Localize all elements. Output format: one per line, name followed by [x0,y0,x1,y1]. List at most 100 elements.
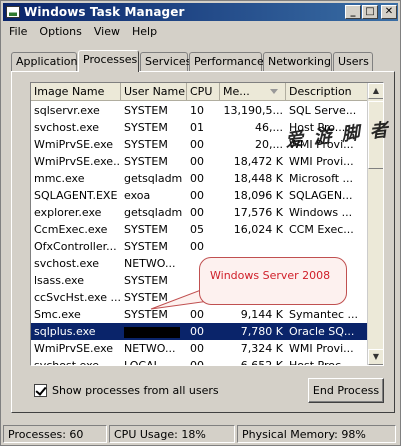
menu-options[interactable]: Options [33,23,87,41]
close-button[interactable]: ✕ [381,5,397,19]
cell-image-name: WmiPrvSE.exe [34,138,114,151]
show-all-users-option[interactable]: Show processes from all users [34,384,219,397]
task-manager-window: Windows Task Manager _ □ ✕ File Options … [0,0,401,446]
cell-cpu: 00 [190,155,204,168]
table-row[interactable]: svchost.exe LOCAL ... 00 6,652 K Host Proc..… [31,357,369,366]
cell-memory: 20,... [255,138,283,151]
cell-user-name: SYSTEM [124,138,168,151]
annotation-text: Windows Server 2008 [210,269,331,282]
tab-performance[interactable]: Performance [189,52,264,71]
column-cpu[interactable]: CPU [187,83,220,101]
cell-user-name: SYSTEM [124,155,168,168]
tab-networking[interactable]: Networking [263,52,332,71]
cell-memory: 7,780 K [240,325,283,338]
cell-user-name: SYSTEM [124,223,168,236]
cell-description: WMI Provi... [289,155,354,168]
cell-description: Host Proc... [289,359,352,366]
maximize-button[interactable]: □ [362,5,378,19]
scroll-down-icon[interactable]: ▼ [368,349,383,365]
cell-user-name: NETWO... [124,342,176,355]
task-manager-icon [6,6,20,18]
cell-memory: 16,024 K [233,223,283,236]
menu-bar: File Options View Help [3,23,163,41]
cell-image-name: WmiPrvSE.exe [34,342,114,355]
table-row[interactable]: SQLAGENT.EXE exoa 00 18,096 K SQLAGEN... [31,187,369,204]
cell-description: Symantec ... [289,308,359,321]
cell-memory: 18,448 K [233,172,283,185]
status-physical-memory: Physical Memory: 98% [237,425,396,443]
table-row[interactable]: WmiPrvSE.exe NETWO... 00 7,324 K WMI Provi..… [31,340,369,357]
cell-user-name: NETWO... [124,257,176,270]
redaction-block [124,326,180,338]
cell-description: SQL Serve... [289,104,357,117]
cell-user-name: getsqladm [124,206,183,219]
cell-image-name: WmiPrvSE.exe... [34,155,121,168]
cell-memory: 46,... [255,121,283,134]
cell-cpu: 00 [190,342,204,355]
cell-user-name: SYSTEM [124,104,168,117]
table-row[interactable]: sqlservr.exe SYSTEM 10 13,190,5... SQL Serve… [31,102,369,119]
sort-descending-icon [270,89,278,94]
minimize-button[interactable]: _ [345,5,361,19]
table-row[interactable]: WmiPrvSE.exe... SYSTEM 00 18,472 K WMI Provi… [31,153,369,170]
cell-cpu: 00 [190,325,204,338]
cell-user-name: LOCAL ... [124,359,174,366]
menu-help[interactable]: Help [126,23,163,41]
menu-file[interactable]: File [3,23,33,41]
cell-image-name: sqlplus.exe [34,325,96,338]
table-row[interactable]: mmc.exe getsqladm 00 18,448 K Microsoft ... [31,170,369,187]
table-row[interactable]: sqlplus.exe 00 7,780 K Oracle SQ... [31,323,369,340]
status-bar: Processes: 60 CPU Usage: 18% Physical Me… [3,425,398,445]
cell-image-name: Smc.exe [34,308,81,321]
cell-cpu: 00 [190,189,204,202]
show-all-users-label: Show processes from all users [52,384,219,397]
cell-image-name: svchost.exe [34,359,100,366]
cell-memory [220,238,286,255]
title-bar[interactable]: Windows Task Manager _ □ ✕ [3,3,398,21]
cell-cpu: 05 [190,223,204,236]
cell-description: Windows ... [289,206,353,219]
column-memory-label: Me... [223,85,250,98]
cell-memory: 18,096 K [233,189,283,202]
cell-image-name: sqlservr.exe [34,104,100,117]
scroll-up-icon[interactable]: ▲ [368,83,383,99]
cell-image-name: OfxController... [34,240,117,253]
tab-strip: Applications Processes Services Performa… [11,50,396,72]
cell-memory: 18,472 K [233,155,283,168]
cell-memory: 9,144 K [240,308,283,321]
cell-description: Oracle SQ... [289,325,355,338]
cell-cpu: 00 [190,206,204,219]
show-all-users-checkbox[interactable] [34,384,47,397]
column-image-name[interactable]: Image Name [31,83,121,101]
menu-view[interactable]: View [88,23,126,41]
cell-description: CCM Exec... [289,223,354,236]
table-row[interactable]: OfxController... SYSTEM 00 [31,238,369,255]
status-processes: Processes: 60 [3,425,107,443]
cell-image-name: svchost.exe [34,121,100,134]
cell-user-name: SYSTEM [124,240,168,253]
cell-description: WMI Provi... [289,342,354,355]
column-memory[interactable]: Me... [220,83,286,101]
cell-image-name: ccSvcHst.exe ... [34,291,121,304]
cell-memory: 7,324 K [240,342,283,355]
cell-user-name [121,323,187,340]
column-user-name[interactable]: User Name [121,83,187,101]
cell-image-name: SQLAGENT.EXE [34,189,118,202]
cell-cpu: 00 [190,172,204,185]
tab-services[interactable]: Services [140,52,191,71]
cell-cpu: 10 [190,104,204,117]
table-row[interactable]: CcmExec.exe SYSTEM 05 16,024 K CCM Exec... [31,221,369,238]
tab-users[interactable]: Users [333,52,373,71]
column-description[interactable]: Description [286,83,369,101]
cell-memory: 17,576 K [233,206,283,219]
end-process-button[interactable]: End Process [308,378,384,403]
cell-user-name: SYSTEM [124,121,168,134]
cell-description [286,238,359,255]
cell-image-name: mmc.exe [34,172,85,185]
status-cpu-usage: CPU Usage: 18% [109,425,235,443]
cell-user-name: getsqladm [124,172,183,185]
tab-processes[interactable]: Processes [78,50,139,72]
cell-memory: 6,652 K [240,359,283,366]
table-row[interactable]: explorer.exe getsqladm 00 17,576 K Windows .… [31,204,369,221]
tab-applications[interactable]: Applications [11,52,83,71]
